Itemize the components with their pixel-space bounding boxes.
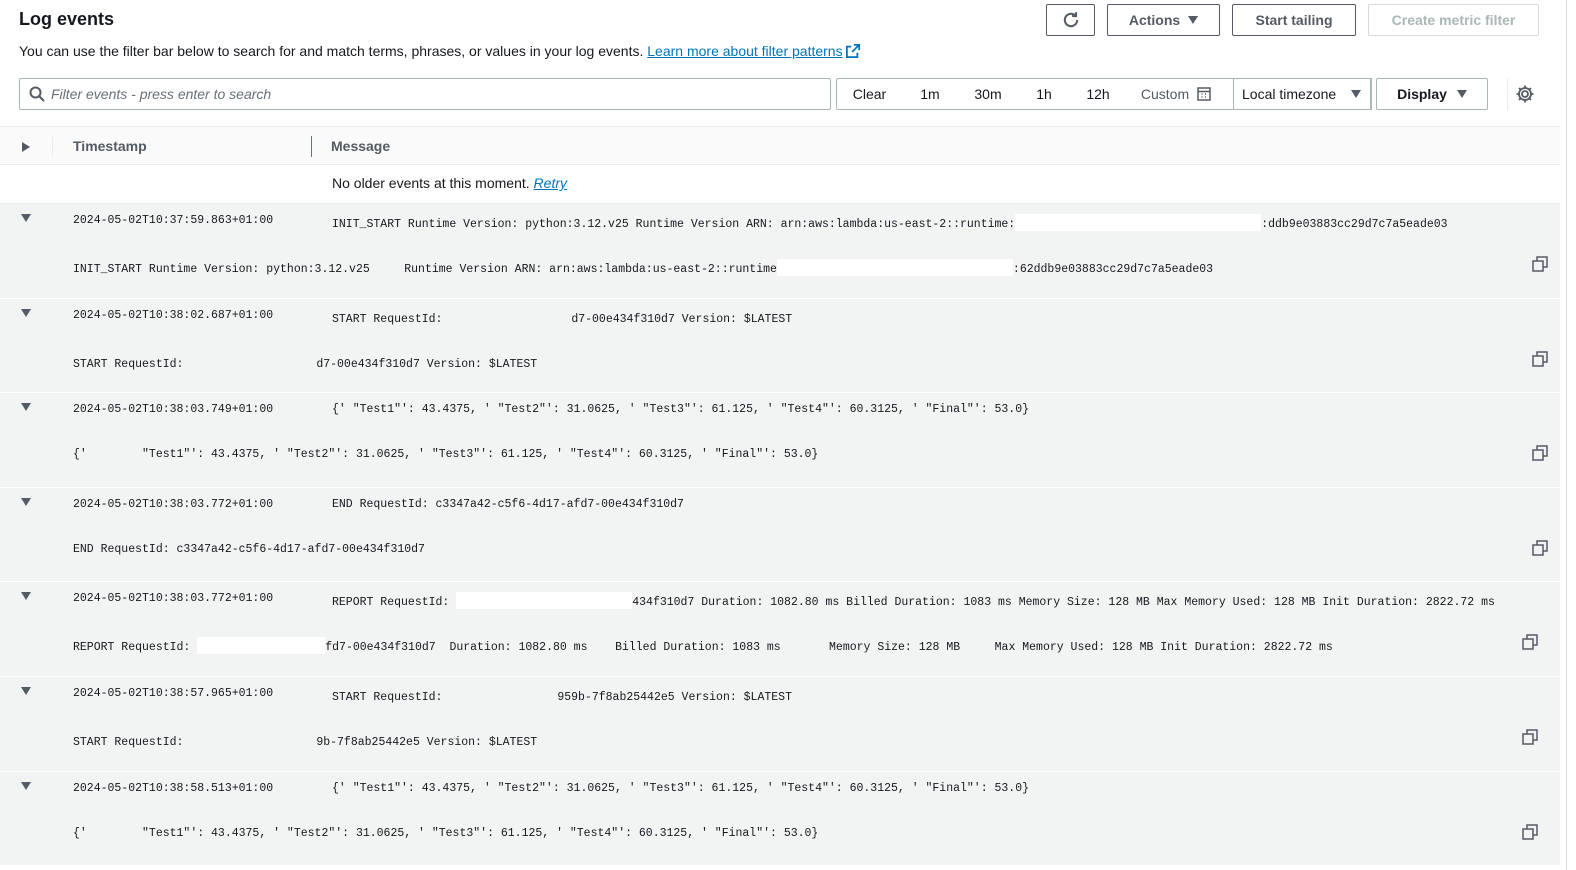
toolbar-divider [1507,78,1508,110]
message-column-header[interactable]: Message [331,138,390,154]
column-divider [52,137,53,156]
redacted-area [456,592,633,610]
copy-icon[interactable] [1522,729,1538,745]
event-detail: START RequestId: d7-00e434f310d7 Version… [73,354,537,371]
event-detail: {' "Test1"': 43.4375, ' "Test2"': 31.062… [73,448,819,462]
copy-icon[interactable] [1532,350,1548,367]
event-message: END RequestId: c3347a42-c5f6-4d17-afd7-0… [332,497,684,511]
table-row[interactable]: 2024-05-02T10:37:59.863+01:00 INIT_START… [0,204,1560,299]
table-row[interactable]: 2024-05-02T10:38:03.772+01:00 END Reques… [0,487,1560,583]
custom-label: Custom [1140,86,1190,102]
copy-icon[interactable] [1522,823,1538,840]
event-detail: START RequestId: 9b-7f8ab25442e5 Version… [73,732,537,749]
retry-link[interactable]: Retry [534,175,567,191]
copy-icon[interactable] [1532,256,1548,272]
copy-icon[interactable] [1522,634,1538,651]
page-title: Log events [19,9,115,29]
event-timestamp: 2024-05-02T10:38:03.772+01:00 [73,497,274,511]
table-row[interactable]: 2024-05-02T10:38:02.687+01:00 START Requ… [0,298,1560,394]
collapse-row-icon[interactable] [21,403,31,412]
redacted-area [776,259,1013,276]
collapse-row-icon[interactable] [21,308,31,317]
table-row[interactable]: 2024-05-02T10:38:58.513+01:00 {' "Test1"… [0,771,1560,867]
timezone-label: Local timezone [1242,86,1337,102]
expand-all-icon[interactable] [22,142,30,152]
learn-more-link[interactable]: Learn more about filter patterns [647,43,842,59]
collapse-row-icon[interactable] [21,781,31,790]
redacted-area [190,354,316,371]
copy-icon[interactable] [1532,445,1548,461]
display-button[interactable]: Display [1376,78,1488,110]
filter-events-input[interactable] [51,86,811,102]
range-1h[interactable]: 1h [1018,79,1070,109]
event-timestamp: 2024-05-02T10:38:03.772+01:00 [73,592,274,606]
collapse-row-icon[interactable] [21,214,31,222]
redacted-area [449,309,571,326]
refresh-button[interactable] [1046,4,1095,36]
collapse-row-icon[interactable] [21,592,31,601]
event-detail: INIT_START Runtime Version: python:3.12.… [73,259,1213,276]
collapse-row-icon[interactable] [21,686,31,695]
event-message: {' "Test1"': 43.4375, ' "Test2"': 31.062… [332,403,1030,417]
redacted-area [449,687,557,704]
display-label: Display [1397,86,1447,102]
event-timestamp: 2024-05-02T10:38:03.749+01:00 [73,403,274,417]
event-timestamp: 2024-05-02T10:37:59.863+01:00 [73,214,274,227]
page-subtitle: You can use the filter bar below to sear… [19,43,860,59]
caret-down-icon [1351,90,1361,98]
start-tailing-button[interactable]: Start tailing [1232,4,1356,36]
no-older-text: No older events at this moment. [332,175,530,191]
clear-button[interactable]: Clear [837,79,902,109]
column-resize-handle[interactable] [311,136,312,157]
event-timestamp: 2024-05-02T10:38:58.513+01:00 [73,781,274,795]
scrollbar-edge [1566,0,1567,870]
refresh-icon [1063,12,1078,28]
event-message: REPORT RequestId: 434f310d7 Duration: 10… [332,592,1495,610]
external-link-icon [845,44,860,58]
range-30m[interactable]: 30m [958,79,1018,109]
range-1m[interactable]: 1m [902,79,958,109]
event-message: INIT_START Runtime Version: python:3.12.… [332,214,1448,231]
collapse-row-icon[interactable] [21,497,31,506]
event-message: {' "Test1"': 43.4375, ' "Test2"': 31.062… [332,781,1030,795]
create-metric-filter-button[interactable]: Create metric filter [1368,4,1539,36]
no-older-events: No older events at this moment. Retry [0,165,1560,204]
range-12h[interactable]: 12h [1070,79,1126,109]
event-timestamp: 2024-05-02T10:38:57.965+01:00 [73,686,274,700]
actions-label: Actions [1128,12,1181,28]
range-custom[interactable]: Custom [1126,79,1226,109]
time-range-selector: Clear 1m 30m 1h 12h Custom Local timezon… [836,78,1372,110]
caret-down-icon [1456,90,1467,98]
redacted-area [1015,214,1262,231]
event-message: START RequestId: 959b-7f8ab25442e5 Versi… [332,687,792,704]
gear-icon[interactable] [1515,84,1535,104]
event-detail: REPORT RequestId: fd7-00e434f310d7 Durat… [73,637,1333,655]
event-detail: {' "Test1"': 43.4375, ' "Test2"': 31.062… [73,826,819,840]
timezone-select[interactable]: Local timezone [1233,78,1372,110]
table-header: Timestamp Message [0,126,1560,165]
table-row[interactable]: 2024-05-02T10:38:57.965+01:00 START Requ… [0,676,1560,772]
event-detail: END RequestId: c3347a42-c5f6-4d17-afd7-0… [73,542,425,556]
redacted-area [190,732,316,749]
actions-button[interactable]: Actions [1107,4,1220,36]
log-events-table: Timestamp Message No older events at thi… [0,126,1560,867]
table-row[interactable]: 2024-05-02T10:38:03.772+01:00 REPORT Req… [0,582,1560,677]
calendar-icon [1197,87,1211,101]
subtitle-text: You can use the filter bar below to sear… [19,43,644,59]
event-timestamp: 2024-05-02T10:38:02.687+01:00 [73,308,274,322]
search-icon [29,86,45,102]
timestamp-column-header[interactable]: Timestamp [73,138,147,154]
table-row[interactable]: 2024-05-02T10:38:03.749+01:00 {' "Test1"… [0,393,1560,488]
redacted-area [197,637,326,655]
caret-down-icon [1188,16,1199,24]
search-box [19,78,831,110]
copy-icon[interactable] [1532,540,1548,556]
event-message: START RequestId: d7-00e434f310d7 Version… [332,309,792,326]
